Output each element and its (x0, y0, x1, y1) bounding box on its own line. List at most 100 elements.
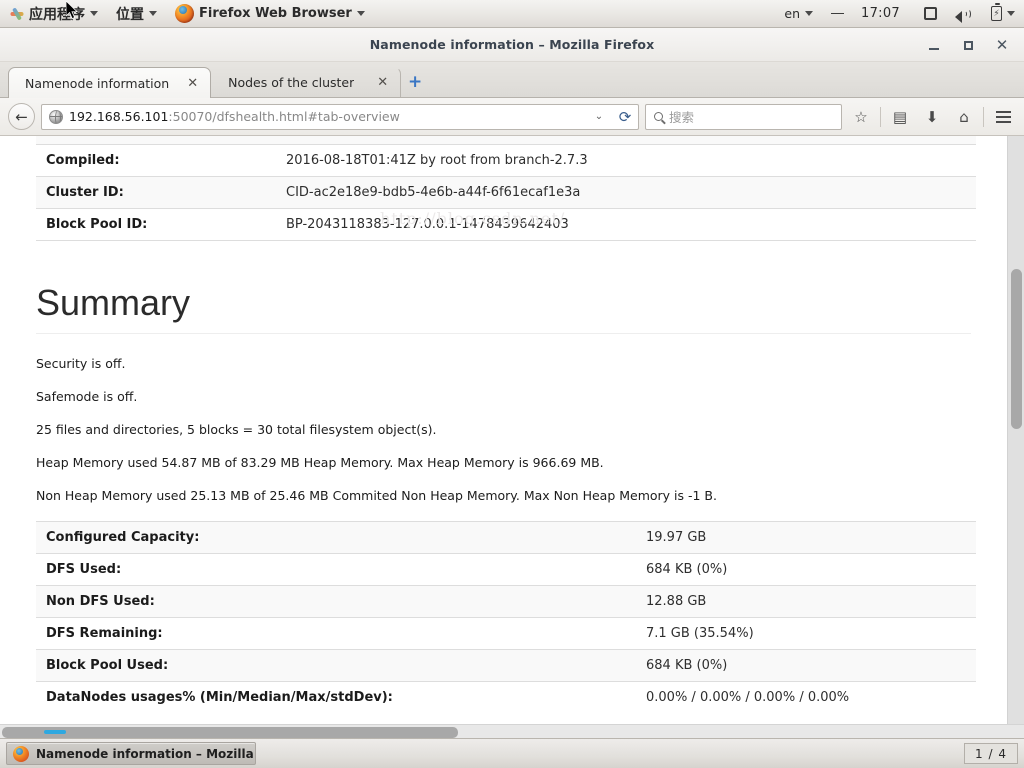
page-viewport: Compiled: 2016-08-18T01:41Z by root from… (0, 136, 1024, 738)
places-menu[interactable]: 位置 (107, 0, 166, 28)
dash-icon (831, 12, 845, 15)
cell-value: BP-2043118383-127.0.0.1-1478439642403 (276, 208, 976, 241)
hamburger-icon (995, 110, 1011, 123)
window-controls: ✕ (926, 28, 1016, 62)
cell-value: 19.97 GB (636, 520, 976, 554)
cell-key: Configured Capacity: (36, 520, 636, 554)
cell-value: 12.88 GB (636, 584, 976, 618)
url-path: :50070/dfshealth.html#tab-overview (168, 109, 400, 124)
overview-table: Compiled: 2016-08-18T01:41Z by root from… (36, 136, 976, 241)
cell-value (276, 136, 976, 145)
horizontal-scrollbar[interactable] (0, 724, 1024, 738)
clock-label: 17:07 (861, 6, 900, 21)
tab-label: Namenode information (25, 75, 170, 91)
table-row: Cluster ID: CID-ac2e18e9-bdb5-4e6b-a44f-… (36, 176, 976, 209)
horizontal-scrollbar-thumb[interactable] (2, 727, 458, 738)
taskbar-window-label: Namenode information – Mozilla … (36, 746, 256, 761)
volume-indicator[interactable] (946, 0, 982, 28)
cell-value: CID-ac2e18e9-bdb5-4e6b-a44f-6f61ecaf1e3a (276, 176, 976, 209)
globe-icon (49, 109, 63, 124)
summary-line-safemode: Safemode is off. (36, 388, 138, 404)
chevron-down-icon[interactable]: ⌄ (590, 111, 608, 122)
page-title: Summary (36, 283, 971, 334)
tab-namenode-information[interactable]: Namenode information ✕ (8, 67, 212, 98)
page-content: Compiled: 2016-08-18T01:41Z by root from… (0, 136, 1007, 724)
maximize-button[interactable] (960, 37, 976, 53)
workspace-switcher[interactable]: 1 / 4 (964, 743, 1018, 764)
cell-value: 2016-08-18T01:41Z by root from branch-2.… (276, 144, 976, 177)
active-application-label: Firefox Web Browser (199, 6, 352, 21)
summary-line-filesystem-objects: 25 files and directories, 5 blocks = 30 … (36, 421, 437, 437)
display-icon (924, 7, 937, 20)
cell-key: Compiled: (36, 144, 276, 177)
places-menu-label: 位置 (116, 6, 144, 23)
firefox-icon (13, 745, 29, 762)
toolbar-divider-2 (983, 106, 984, 127)
table-row: Block Pool ID: BP-2043118383-127.0.0.1-1… (36, 208, 976, 241)
close-icon[interactable]: ✕ (179, 76, 198, 91)
cell-key: Block Pool Used: (36, 648, 636, 682)
table-row: Configured Capacity: 19.97 GB (36, 520, 976, 554)
table-row: DataNodes usages% (Min/Median/Max/stdDev… (36, 680, 976, 713)
clock-area[interactable]: 17:07 (822, 0, 915, 28)
window-title: Namenode information – Mozilla Firefox (369, 37, 655, 52)
chevron-down-icon (90, 11, 98, 16)
desktop-taskbar: Namenode information – Mozilla … 1 / 4 (0, 738, 1024, 768)
cell-value: 684 KB (0%) (636, 648, 976, 682)
reload-icon[interactable]: ⟳ (614, 108, 636, 126)
firefox-window: Namenode information – Mozilla Firefox ✕… (0, 28, 1024, 738)
table-row: DFS Used: 684 KB (0%) (36, 552, 976, 586)
tab-label: Nodes of the cluster (228, 75, 355, 90)
keyboard-layout-label: en (784, 6, 801, 21)
window-titlebar: Namenode information – Mozilla Firefox ✕ (0, 28, 1024, 62)
cell-key: DataNodes usages% (Min/Median/Max/stdDev… (36, 680, 636, 713)
cell-value: 7.1 GB (35.54%) (636, 616, 976, 650)
tab-nodes-of-the-cluster[interactable]: Nodes of the cluster ✕ (211, 67, 402, 97)
vertical-scrollbar[interactable] (1007, 136, 1024, 724)
table-row: Non DFS Used: 12.88 GB (36, 584, 976, 618)
page-inner: Compiled: 2016-08-18T01:41Z by root from… (0, 136, 1007, 713)
vertical-scrollbar-thumb[interactable] (1011, 269, 1022, 429)
search-icon (654, 112, 663, 121)
home-icon[interactable]: ⌂ (951, 104, 977, 130)
toolbar-divider (880, 106, 881, 127)
capacity-table: Configured Capacity: 19.97 GB DFS Used: … (36, 520, 976, 713)
back-button[interactable]: ← (8, 103, 35, 130)
cell-key: Block Pool ID: (36, 208, 276, 241)
tab-strip: Namenode information ✕ Nodes of the clus… (0, 62, 1024, 98)
firefox-icon (175, 4, 194, 23)
volume-icon (955, 7, 973, 23)
library-icon[interactable]: ▤ (887, 104, 913, 130)
close-icon[interactable]: ✕ (369, 75, 388, 90)
bookmark-star-icon[interactable]: ☆ (848, 104, 874, 130)
downloads-icon[interactable]: ⬇ (919, 104, 945, 130)
desktop-top-panel: 应用程序 位置 Firefox Web Browser en 17:07 ⚡ (0, 0, 1024, 28)
active-application-menu[interactable]: Firefox Web Browser (166, 0, 374, 28)
table-row (36, 136, 976, 145)
cell-key: DFS Used: (36, 552, 636, 586)
summary-line-security: Security is off. (36, 355, 126, 371)
summary-line-non-heap-memory: Non Heap Memory used 25.13 MB of 25.46 M… (36, 487, 717, 503)
cell-value: 0.00% / 0.00% / 0.00% / 0.00% (636, 680, 976, 713)
new-tab-button[interactable]: + (401, 67, 429, 97)
cell-key: Non DFS Used: (36, 584, 636, 618)
battery-icon: ⚡ (991, 3, 1002, 21)
minimize-button[interactable] (926, 37, 942, 53)
chevron-down-icon (356, 11, 365, 16)
applications-menu[interactable]: 应用程序 (0, 0, 107, 28)
close-button[interactable]: ✕ (994, 36, 1010, 54)
menu-button[interactable] (990, 104, 1016, 130)
table-row: Compiled: 2016-08-18T01:41Z by root from… (36, 144, 976, 177)
battery-indicator[interactable]: ⚡ (982, 0, 1024, 28)
taskbar-window-button[interactable]: Namenode information – Mozilla … (6, 742, 256, 765)
chevron-down-icon (1007, 11, 1015, 16)
chevron-down-icon (149, 11, 157, 16)
address-bar[interactable]: 192.168.56.101:50070/dfshealth.html#tab-… (41, 103, 639, 130)
search-input[interactable]: 搜索 (645, 103, 842, 130)
display-indicator[interactable] (915, 0, 946, 28)
table-row: Block Pool Used: 684 KB (0%) (36, 648, 976, 682)
cell-value: 684 KB (0%) (636, 552, 976, 586)
applications-logo-icon (9, 6, 24, 21)
table-row: DFS Remaining: 7.1 GB (35.54%) (36, 616, 976, 650)
keyboard-layout-indicator[interactable]: en (775, 0, 822, 28)
